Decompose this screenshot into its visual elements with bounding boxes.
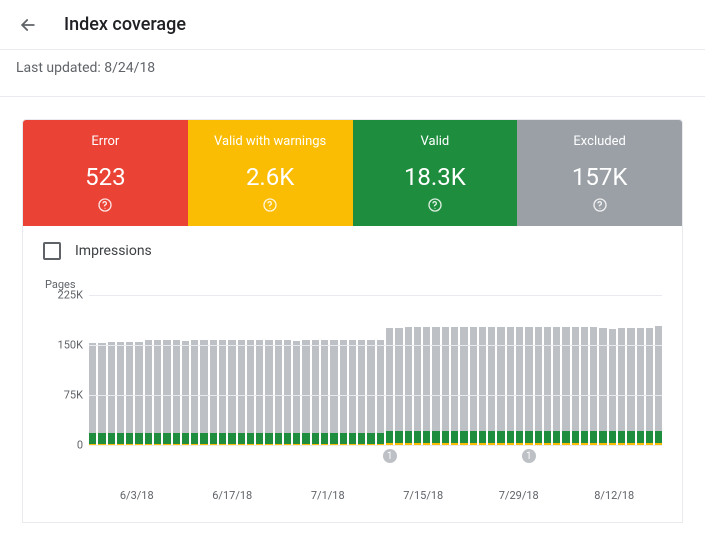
plot-area: 11: [89, 295, 662, 445]
chart-bar[interactable]: [154, 340, 161, 445]
chart-bar[interactable]: [340, 340, 347, 445]
chart-bar[interactable]: [145, 340, 152, 445]
tab-valid[interactable]: Valid 18.3K: [353, 120, 518, 226]
tab-error-value: 523: [85, 163, 125, 191]
chart-bar[interactable]: [330, 340, 337, 445]
chart-bar[interactable]: [302, 340, 309, 445]
chart-bar[interactable]: [228, 340, 235, 445]
page-header: Index coverage: [0, 0, 705, 50]
chart-bar[interactable]: [238, 340, 245, 445]
x-tick: 8/12/18: [567, 489, 663, 502]
tab-valid-with-warnings[interactable]: Valid with warnings 2.6K: [188, 120, 353, 226]
chart-bar[interactable]: [182, 341, 189, 445]
chart-bar[interactable]: [135, 342, 142, 445]
x-tick: 6/17/18: [185, 489, 281, 502]
chart-bar[interactable]: [655, 326, 662, 445]
tab-excluded[interactable]: Excluded 157K: [517, 120, 682, 226]
status-tabs: Error 523 Valid with warnings 2.6K Valid…: [23, 120, 682, 226]
chart-bar[interactable]: [163, 340, 170, 445]
x-axis: 6/3/186/17/187/1/187/15/187/29/188/12/18: [89, 489, 662, 502]
chart-bar[interactable]: [275, 340, 282, 445]
chart-plot: 225K150K75K0 11: [43, 295, 662, 465]
y-axis: 225K150K75K0: [43, 295, 89, 465]
chart-bar[interactable]: [191, 340, 198, 445]
last-updated-label: Last updated: 8/24/18: [0, 50, 705, 97]
x-tick: 7/29/18: [471, 489, 567, 502]
chart-bar[interactable]: [173, 340, 180, 445]
chart-bar[interactable]: [349, 340, 356, 445]
y-axis-label: Pages: [45, 278, 662, 291]
help-icon[interactable]: [262, 197, 278, 213]
chart-bar[interactable]: [367, 340, 374, 445]
tab-excluded-value: 157K: [572, 163, 628, 191]
x-tick: 7/15/18: [376, 489, 472, 502]
chart-bar[interactable]: [219, 340, 226, 445]
tab-valid-value: 18.3K: [404, 163, 466, 191]
chart-bar[interactable]: [117, 342, 124, 445]
chart-bar[interactable]: [312, 340, 319, 445]
tab-excluded-label: Excluded: [573, 134, 625, 149]
event-marker[interactable]: 1: [522, 449, 536, 463]
impressions-label: Impressions: [75, 243, 152, 259]
chart-bar[interactable]: [108, 342, 115, 445]
back-arrow-icon[interactable]: [16, 13, 40, 37]
impressions-checkbox[interactable]: [43, 242, 61, 260]
y-tick: 0: [77, 439, 83, 452]
chart-bar[interactable]: [247, 340, 254, 445]
page-title: Index coverage: [64, 14, 186, 35]
chart-bar[interactable]: [293, 341, 300, 445]
coverage-card: Error 523 Valid with warnings 2.6K Valid…: [22, 119, 683, 523]
y-tick: 225K: [58, 289, 83, 302]
tab-warnings-value: 2.6K: [246, 163, 294, 191]
tab-error[interactable]: Error 523: [23, 120, 188, 226]
chart-bar[interactable]: [200, 340, 207, 445]
chart-section: Impressions Pages 225K150K75K0 11 6/3/18…: [23, 226, 682, 522]
chart-bar[interactable]: [358, 340, 365, 445]
x-tick: 7/1/18: [280, 489, 376, 502]
chart-bar[interactable]: [321, 340, 328, 445]
tab-warnings-label: Valid with warnings: [214, 134, 326, 149]
help-icon[interactable]: [427, 197, 443, 213]
chart-bar[interactable]: [377, 340, 384, 445]
chart-bar[interactable]: [256, 340, 263, 445]
tab-error-label: Error: [91, 134, 119, 149]
chart-bar[interactable]: [265, 340, 272, 445]
tab-valid-label: Valid: [421, 134, 450, 149]
event-marker[interactable]: 1: [383, 449, 397, 463]
chart-bar[interactable]: [609, 329, 616, 445]
help-icon[interactable]: [592, 197, 608, 213]
chart-bar[interactable]: [126, 342, 133, 445]
chart-bar[interactable]: [210, 340, 217, 445]
chart-bar[interactable]: [284, 340, 291, 445]
help-icon[interactable]: [97, 197, 113, 213]
y-tick: 75K: [64, 389, 83, 402]
x-tick: 6/3/18: [89, 489, 185, 502]
y-tick: 150K: [58, 339, 83, 352]
